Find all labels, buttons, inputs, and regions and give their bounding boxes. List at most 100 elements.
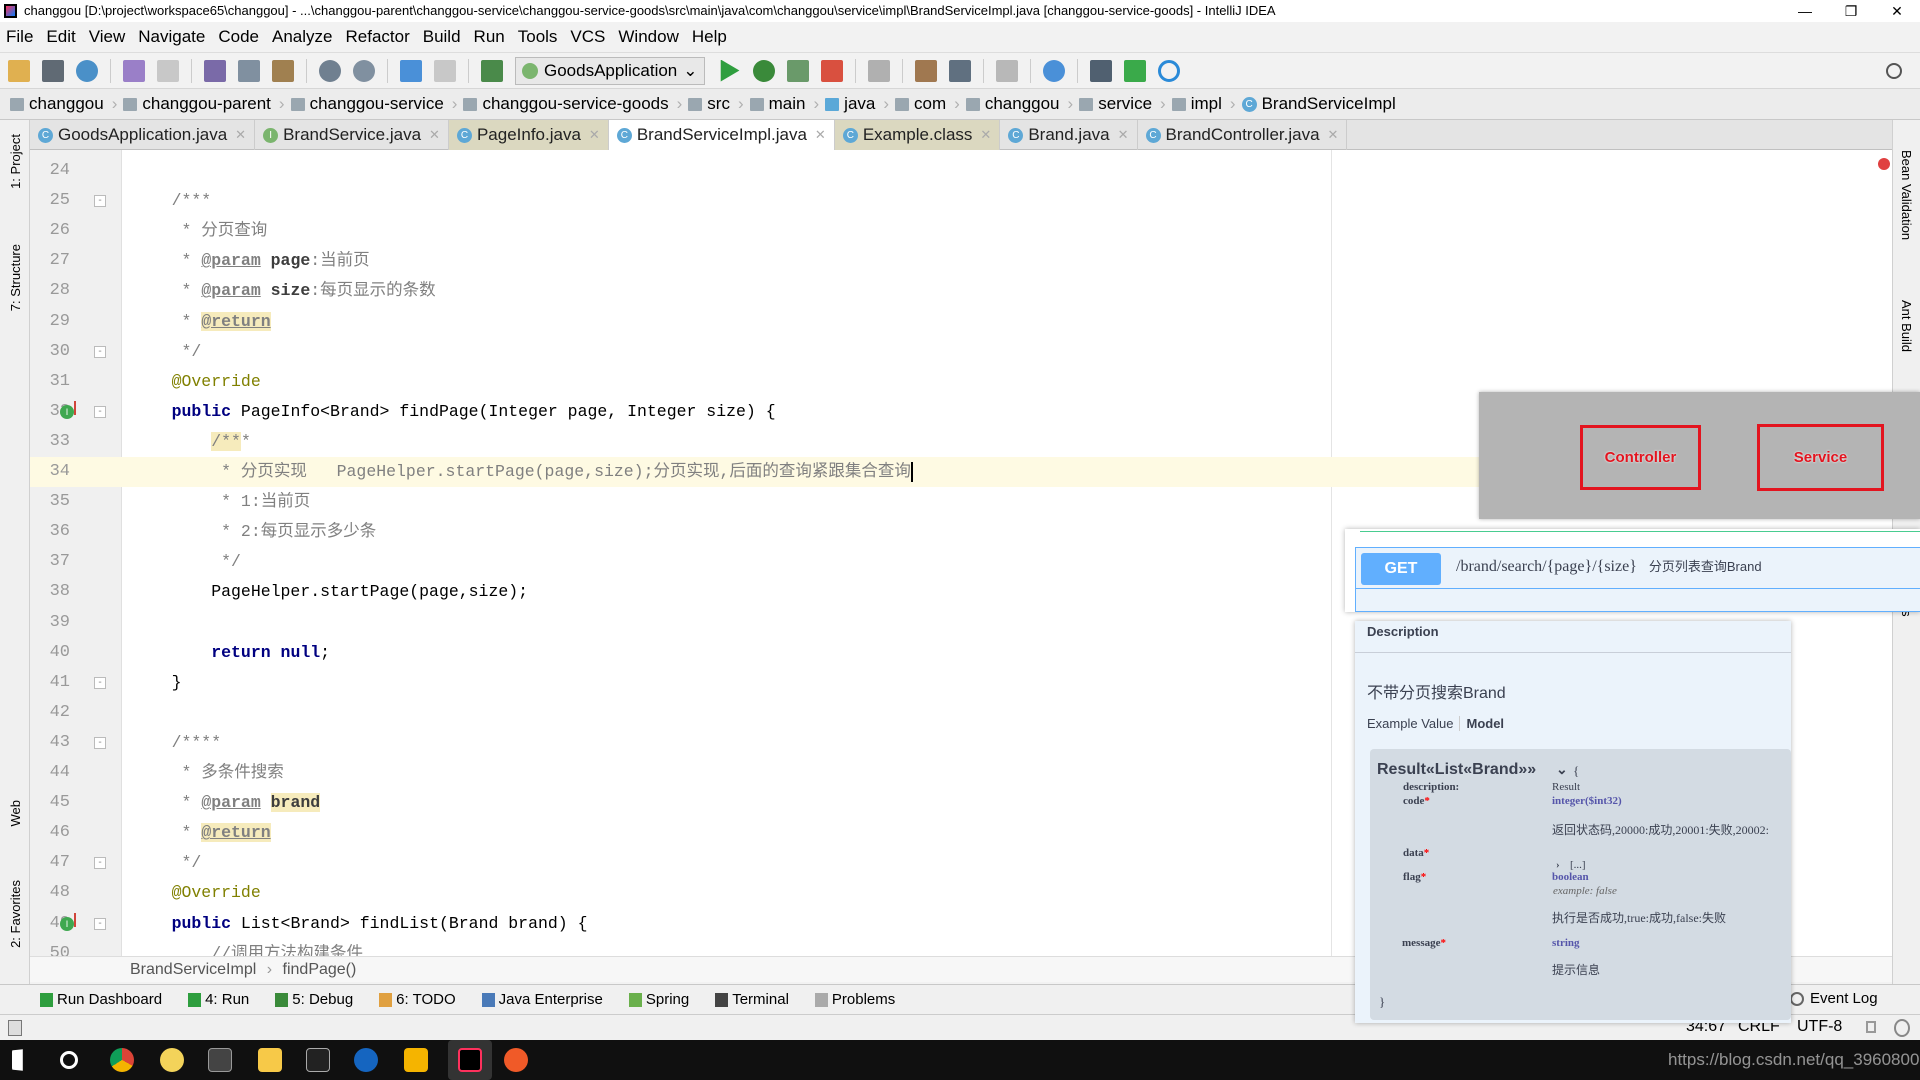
- fold-marker-icon[interactable]: -: [94, 195, 106, 208]
- tool-window-todo[interactable]: 6: TODO: [379, 991, 456, 1008]
- close-tab-icon[interactable]: ✕: [429, 127, 440, 143]
- code-line[interactable]: 25 - /***: [30, 186, 1892, 216]
- coverage-icon[interactable]: [786, 59, 809, 82]
- restore-button[interactable]: ❐: [1828, 0, 1874, 22]
- nav-crumb-changgou-service[interactable]: changgou-service ›: [290, 94, 457, 114]
- tab-BrandController.java[interactable]: C BrandController.java ✕: [1138, 120, 1348, 150]
- project-tool-button[interactable]: 1: Project: [8, 134, 23, 189]
- menu-help[interactable]: Help: [692, 27, 727, 47]
- chrome-icon[interactable]: [110, 1048, 134, 1072]
- close-tab-icon[interactable]: ✕: [1328, 127, 1339, 143]
- search-everywhere-icon[interactable]: [1886, 62, 1902, 79]
- terminal-icon[interactable]: [306, 1048, 330, 1072]
- tool-window-javaenterprise[interactable]: Java Enterprise: [481, 991, 603, 1008]
- tool-window-debug[interactable]: 5: Debug: [275, 991, 353, 1008]
- run-icon[interactable]: [720, 59, 740, 82]
- field-type[interactable]: [...]: [1570, 859, 1586, 871]
- search-icon[interactable]: [60, 1051, 78, 1069]
- breadcrumb-class[interactable]: BrandServiceImpl: [130, 961, 256, 978]
- web-tool-button[interactable]: Web: [8, 800, 23, 827]
- undo-icon[interactable]: [123, 59, 145, 82]
- nav-crumb-java[interactable]: java ›: [825, 94, 889, 114]
- open-icon[interactable]: [8, 59, 30, 82]
- close-tab-icon[interactable]: ✕: [235, 127, 246, 143]
- windows-start-icon[interactable]: [12, 1049, 23, 1071]
- nav-crumb-impl[interactable]: impl ›: [1171, 94, 1236, 114]
- chevron-down-icon[interactable]: ⌄: [1556, 762, 1568, 779]
- back-icon[interactable]: [400, 59, 422, 82]
- fold-marker-icon[interactable]: -: [94, 857, 106, 870]
- tab-Brand.java[interactable]: C Brand.java ✕: [1000, 120, 1138, 150]
- nav-crumb-BrandServiceImpl[interactable]: C BrandServiceImpl: [1241, 94, 1396, 114]
- nav-crumb-com[interactable]: com ›: [895, 94, 960, 114]
- menu-tools[interactable]: Tools: [518, 27, 558, 47]
- no-icon[interactable]: [1157, 59, 1180, 82]
- model-tab[interactable]: Model: [1459, 716, 1505, 731]
- override-arrow-icon[interactable]: [74, 912, 76, 927]
- app-icon[interactable]: [504, 1048, 528, 1072]
- vcs-update-icon[interactable]: [995, 59, 1018, 82]
- code-line[interactable]: 28 * @param size:每页显示的条数: [30, 276, 1892, 306]
- minimize-button[interactable]: —: [1782, 0, 1828, 22]
- sdk-icon[interactable]: [1089, 59, 1112, 82]
- nav-crumb-main[interactable]: main ›: [749, 94, 819, 114]
- lock-icon[interactable]: [1866, 1021, 1876, 1033]
- inspector-icon[interactable]: [1894, 1019, 1910, 1037]
- close-tab-icon[interactable]: ✕: [815, 127, 826, 143]
- paste-icon[interactable]: [272, 59, 294, 82]
- menu-refactor[interactable]: Refactor: [345, 27, 409, 47]
- nav-crumb-service[interactable]: service ›: [1079, 94, 1166, 114]
- favorites-tool-button[interactable]: 2: Favorites: [8, 880, 23, 948]
- fold-marker-icon[interactable]: -: [94, 676, 106, 689]
- copy-icon[interactable]: [238, 59, 260, 82]
- menu-vcs[interactable]: VCS: [570, 27, 605, 47]
- error-indicator-icon[interactable]: [1878, 158, 1890, 170]
- redo-icon[interactable]: [157, 59, 179, 82]
- close-tab-icon[interactable]: ✕: [1118, 127, 1129, 143]
- app-icon[interactable]: [208, 1048, 232, 1072]
- endpoint-path[interactable]: /brand/search/{page}/{size} 分页列表查询Brand: [1456, 556, 1762, 576]
- monitor-icon[interactable]: [1123, 59, 1146, 82]
- menu-file[interactable]: File: [6, 27, 33, 47]
- fold-marker-icon[interactable]: -: [94, 736, 106, 749]
- encoding[interactable]: UTF-8: [1797, 1018, 1842, 1036]
- override-arrow-icon[interactable]: [74, 400, 76, 415]
- close-tab-icon[interactable]: ✕: [980, 127, 991, 143]
- attach-icon[interactable]: [867, 59, 890, 82]
- find-icon[interactable]: [319, 59, 341, 82]
- tool-window-spring[interactable]: Spring: [628, 991, 689, 1008]
- tool-window-problems[interactable]: Problems: [814, 991, 895, 1008]
- breadcrumb-method[interactable]: findPage(): [283, 961, 357, 978]
- tool-window-run[interactable]: 4: Run: [188, 991, 249, 1008]
- menu-run[interactable]: Run: [474, 27, 505, 47]
- help-icon[interactable]: [1042, 59, 1065, 82]
- forward-icon[interactable]: [434, 59, 456, 82]
- nav-crumb-changgou[interactable]: changgou ›: [10, 94, 117, 114]
- nav-crumb-changgou-service-goods[interactable]: changgou-service-goods ›: [463, 94, 682, 114]
- ant-build-tool-button[interactable]: Ant Build: [1899, 300, 1914, 352]
- fold-marker-icon[interactable]: -: [94, 345, 106, 358]
- menu-window[interactable]: Window: [618, 27, 678, 47]
- app-icon[interactable]: [160, 1048, 184, 1072]
- run-configuration-select[interactable]: GoodsApplication ⌄: [515, 56, 705, 85]
- cut-icon[interactable]: [204, 59, 226, 82]
- structure-tool-button[interactable]: 7: Structure: [8, 244, 23, 311]
- tab-GoodsApplication.java[interactable]: C GoodsApplication.java ✕: [30, 120, 256, 150]
- tab-BrandServiceImpl.java[interactable]: C BrandServiceImpl.java ✕: [608, 120, 835, 150]
- http-method-badge[interactable]: GET: [1361, 553, 1441, 585]
- save-icon[interactable]: [42, 59, 64, 82]
- implements-icon[interactable]: I: [60, 404, 74, 419]
- menu-build[interactable]: Build: [423, 27, 461, 47]
- event-log-button[interactable]: Event Log: [1790, 990, 1878, 1007]
- close-tab-icon[interactable]: ✕: [589, 127, 600, 143]
- build-icon[interactable]: [481, 59, 503, 82]
- replace-icon[interactable]: [353, 59, 375, 82]
- nav-crumb-src[interactable]: src ›: [688, 94, 744, 114]
- menu-analyze[interactable]: Analyze: [272, 27, 332, 47]
- stop-icon[interactable]: [820, 59, 843, 82]
- project-structure-icon[interactable]: [948, 59, 971, 82]
- tool-window-terminal[interactable]: Terminal: [715, 991, 789, 1008]
- menu-code[interactable]: Code: [218, 27, 259, 47]
- tab-Example.class[interactable]: C Example.class ✕: [834, 120, 1001, 150]
- app-icon[interactable]: [404, 1048, 428, 1072]
